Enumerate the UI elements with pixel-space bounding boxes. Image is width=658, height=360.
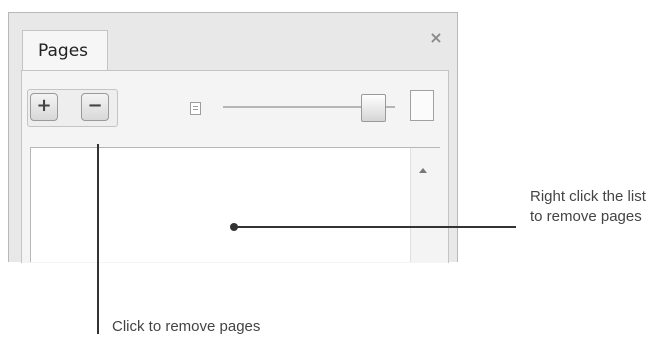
close-icon[interactable]: × <box>429 30 443 46</box>
page-actions-toolbar: + − <box>27 89 118 127</box>
large-page-icon <box>410 90 434 121</box>
scroll-up-icon[interactable] <box>419 168 427 173</box>
pages-list-scrollbar[interactable] <box>410 148 440 262</box>
remove-page-button[interactable]: − <box>81 93 109 121</box>
tab-pages[interactable]: Pages <box>22 30 108 71</box>
list-callout-line <box>236 226 516 228</box>
zoom-slider-thumb[interactable] <box>361 94 386 122</box>
add-page-button[interactable]: + <box>30 93 58 121</box>
small-page-icon <box>190 102 201 115</box>
remove-button-callout-line <box>97 144 99 334</box>
right-annotation: Right click the list to remove pages <box>530 188 646 225</box>
bottom-annotation: Click to remove pages <box>112 318 261 335</box>
pages-list[interactable] <box>30 147 440 262</box>
